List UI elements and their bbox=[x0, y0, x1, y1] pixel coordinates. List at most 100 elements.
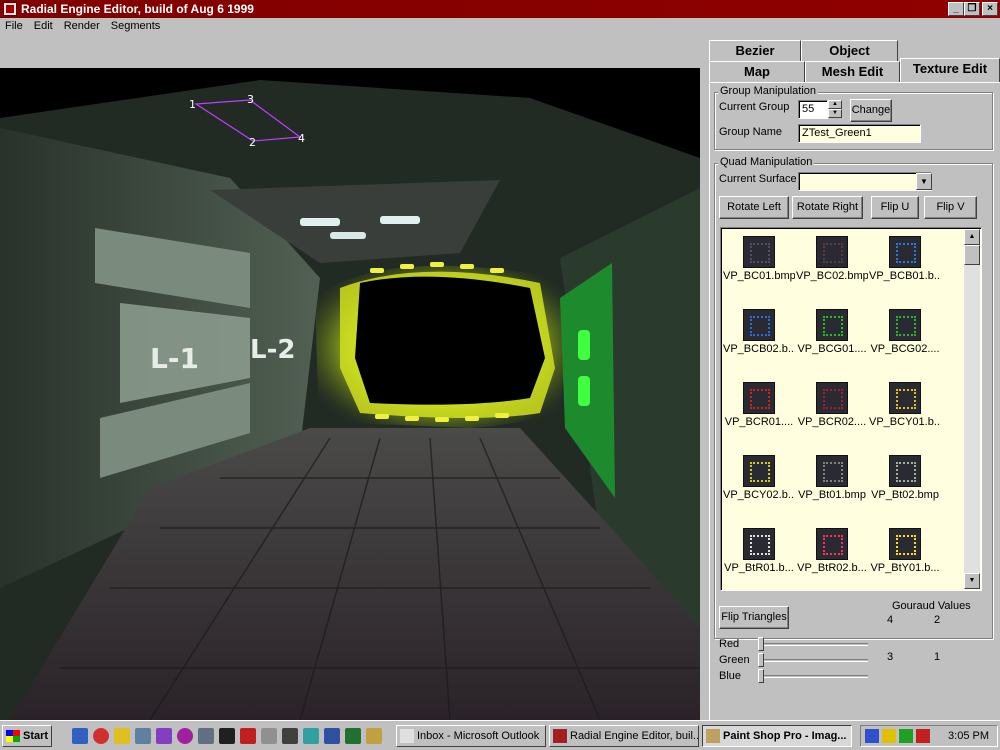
scroll-thumb[interactable] bbox=[964, 245, 980, 265]
scroll-down-icon[interactable]: ▼ bbox=[964, 573, 980, 589]
rotate-right-button[interactable]: Rotate Right bbox=[792, 196, 863, 219]
quicklaunch-globe-icon[interactable] bbox=[303, 728, 319, 744]
texture-filename: VP_BCR01.... bbox=[724, 416, 794, 428]
blue-slider[interactable] bbox=[758, 669, 868, 683]
texture-filename: VP_BtR01.b... bbox=[724, 562, 794, 574]
scroll-up-icon[interactable]: ▲ bbox=[964, 229, 980, 245]
paint-app-icon bbox=[706, 729, 720, 743]
red-label: Red bbox=[719, 638, 740, 650]
blue-slider-thumb[interactable] bbox=[758, 669, 764, 683]
current-group-input[interactable]: 55 bbox=[798, 100, 828, 119]
menu-render[interactable]: Render bbox=[59, 18, 106, 36]
rotate-left-button[interactable]: Rotate Left bbox=[719, 196, 789, 219]
texture-filename: VP_BCB02.b... bbox=[723, 343, 795, 355]
start-label: Start bbox=[23, 730, 49, 742]
tab-mesh-edit[interactable]: Mesh Edit bbox=[805, 61, 900, 83]
group-name-input[interactable]: ZTest_Green1 bbox=[798, 124, 921, 143]
tab-bezier[interactable]: Bezier bbox=[709, 40, 801, 62]
quicklaunch-network-icon[interactable] bbox=[135, 728, 151, 744]
wall-sign-l2: L-2 bbox=[250, 335, 295, 365]
app-icon[interactable] bbox=[3, 2, 17, 16]
minimize-button[interactable]: _ bbox=[948, 2, 964, 16]
texture-item[interactable]: VP_BC01.bmp bbox=[723, 232, 795, 302]
texture-list-scrollbar[interactable]: ▲ ▼ bbox=[964, 229, 980, 589]
flip-v-button[interactable]: Flip V bbox=[924, 196, 977, 219]
marker-1[interactable]: 1 bbox=[189, 98, 196, 111]
quicklaunch-disk-icon[interactable] bbox=[282, 728, 298, 744]
quicklaunch-folder-icon[interactable] bbox=[345, 728, 361, 744]
close-button[interactable]: × bbox=[982, 2, 998, 16]
quicklaunch-terminal-icon[interactable] bbox=[219, 728, 235, 744]
red-slider[interactable] bbox=[758, 637, 868, 651]
menu-bar: File Edit Render Segments bbox=[0, 18, 1000, 36]
window-controls: _ ❐ × bbox=[948, 2, 998, 16]
quicklaunch-monitor-icon[interactable] bbox=[324, 728, 340, 744]
spin-up-icon[interactable]: ▲ bbox=[828, 100, 842, 109]
tray-volume-icon[interactable] bbox=[882, 729, 896, 743]
task-outlook[interactable]: Inbox - Microsoft Outlook bbox=[396, 725, 546, 747]
spin-down-icon[interactable]: ▼ bbox=[828, 109, 842, 118]
texture-item[interactable]: VP_BCR02.... bbox=[796, 378, 868, 448]
system-tray: 3:05 PM bbox=[860, 725, 998, 747]
texture-item[interactable]: VP_Bt02.bmp bbox=[869, 451, 941, 521]
task-radial-editor[interactable]: Radial Engine Editor, buil... bbox=[549, 725, 699, 747]
tray-network-icon[interactable] bbox=[899, 729, 913, 743]
maximize-button[interactable]: ❐ bbox=[964, 2, 980, 16]
quicklaunch-printer-icon[interactable] bbox=[198, 728, 214, 744]
texture-item[interactable]: VP_BtR01.b... bbox=[723, 524, 795, 590]
quicklaunch-adobe-icon[interactable] bbox=[240, 728, 256, 744]
texture-filename: VP_BC01.bmp bbox=[723, 270, 795, 282]
quicklaunch-extra-icon[interactable] bbox=[366, 728, 382, 744]
quicklaunch-tool-icon[interactable] bbox=[261, 728, 277, 744]
flip-triangles-button[interactable]: Flip Triangles bbox=[719, 606, 789, 629]
start-button[interactable]: Start bbox=[2, 725, 52, 747]
marker-3[interactable]: 3 bbox=[247, 93, 254, 106]
texture-filename: VP_Bt01.bmp bbox=[798, 489, 866, 501]
current-group-spinner[interactable]: ▲ ▼ bbox=[828, 100, 842, 119]
quicklaunch-word-icon[interactable] bbox=[156, 728, 172, 744]
texture-thumbnail bbox=[743, 382, 775, 414]
tray-app-icon[interactable] bbox=[916, 729, 930, 743]
menu-edit[interactable]: Edit bbox=[29, 18, 59, 36]
texture-item[interactable]: VP_BCB02.b... bbox=[723, 305, 795, 375]
texture-list[interactable]: VP_BC01.bmp VP_BC02.bmp VP_BCB01.b... VP_BC… bbox=[720, 227, 982, 591]
marker-2[interactable]: 2 bbox=[249, 136, 256, 149]
texture-filename: VP_BCY01.b... bbox=[869, 416, 941, 428]
flip-u-button[interactable]: Flip U bbox=[871, 196, 919, 219]
texture-item[interactable]: VP_BCG01.... bbox=[796, 305, 868, 375]
texture-item[interactable]: VP_BCB01.b... bbox=[869, 232, 941, 302]
green-slider-thumb[interactable] bbox=[758, 653, 764, 667]
texture-edit-page: Group Manipulation Current Group 55 ▲ ▼ … bbox=[709, 82, 1000, 720]
quicklaunch-desktop-icon[interactable] bbox=[72, 728, 88, 744]
tab-map[interactable]: Map bbox=[709, 61, 805, 83]
tab-object[interactable]: Object bbox=[801, 40, 898, 62]
tab-texture-edit[interactable]: Texture Edit bbox=[900, 58, 1000, 83]
quicklaunch-app-icon[interactable] bbox=[177, 728, 193, 744]
texture-filename: VP_BC02.bmp bbox=[796, 270, 868, 282]
texture-item[interactable]: VP_Bt01.bmp bbox=[796, 451, 868, 521]
texture-thumbnail bbox=[816, 455, 848, 487]
tray-shield-icon[interactable] bbox=[865, 729, 879, 743]
envelope-icon bbox=[400, 729, 414, 743]
marker-4[interactable]: 4 bbox=[298, 132, 305, 145]
menu-segments[interactable]: Segments bbox=[106, 18, 167, 36]
chevron-down-icon[interactable]: ▼ bbox=[916, 173, 932, 190]
green-slider[interactable] bbox=[758, 653, 868, 667]
task-paint-shop-pro[interactable]: Paint Shop Pro - Imag... bbox=[702, 725, 852, 747]
quicklaunch-browser-icon[interactable] bbox=[93, 728, 109, 744]
current-surface-select[interactable] bbox=[798, 172, 932, 191]
texture-item[interactable]: VP_BC02.bmp bbox=[796, 232, 868, 302]
texture-item[interactable]: VP_BCG02.... bbox=[869, 305, 941, 375]
quicklaunch-search-icon[interactable] bbox=[114, 728, 130, 744]
clock[interactable]: 3:05 PM bbox=[948, 730, 989, 742]
texture-item[interactable]: VP_BCY01.b... bbox=[869, 378, 941, 448]
texture-item[interactable]: VP_BCY02.b... bbox=[723, 451, 795, 521]
texture-item[interactable]: VP_BCR01.... bbox=[723, 378, 795, 448]
change-button[interactable]: Change bbox=[850, 99, 892, 122]
corridor-render: L-1 L-2 1 3 2 4 bbox=[0, 80, 700, 720]
menu-file[interactable]: File bbox=[0, 18, 29, 36]
red-slider-thumb[interactable] bbox=[758, 637, 764, 651]
render-viewport[interactable]: L-1 L-2 1 3 2 4 bbox=[0, 68, 700, 720]
texture-item[interactable]: VP_BtR02.b... bbox=[796, 524, 868, 590]
texture-item[interactable]: VP_BtY01.b... bbox=[869, 524, 941, 590]
